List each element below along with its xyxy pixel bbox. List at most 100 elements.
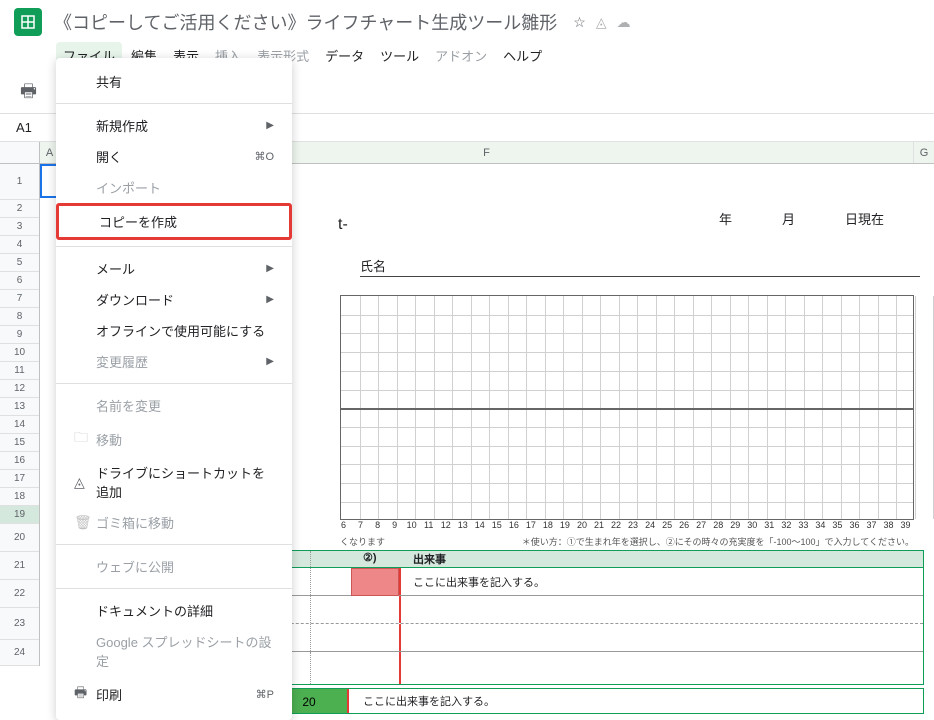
axis-tick-label: 7 [352,520,369,530]
row-header[interactable]: 15 [0,434,39,452]
axis-tick-label: 17 [522,520,539,530]
axis-tick-label: 29 [727,520,744,530]
print-icon: 🖶 [74,682,96,706]
drive-icon: ◬ [74,474,96,491]
row-header[interactable]: 14 [0,416,39,434]
print-icon[interactable]: 🖶 [20,79,37,109]
header-col-suffix: ②) [363,551,377,564]
axis-tick-label: 6 [335,520,352,530]
axis-tick-label: 19 [556,520,573,530]
axis-tick-label: 8 [369,520,386,530]
row-header[interactable]: 7 [0,290,39,308]
row-header[interactable]: 2 [0,200,39,218]
small-note: くなります [340,535,385,548]
menu-addons[interactable]: アドオン [428,42,494,69]
menu-trash: 🗑ゴミ箱に移動 [56,507,292,538]
row-header[interactable]: 13 [0,398,39,416]
star-icon[interactable]: ☆ [573,14,586,31]
menu-move: 🗀移動 [56,421,292,457]
document-title[interactable]: 《コピーしてご活用ください》ライフチャート生成ツール雛形 [54,9,557,35]
menu-tools[interactable]: ツール [373,42,426,69]
row-header[interactable]: 24 [0,640,39,666]
row-header[interactable]: 16 [0,452,39,470]
axis-tick-label: 22 [608,520,625,530]
axis-tick-label: 23 [625,520,642,530]
day-label: 日現在 [845,209,884,228]
month-label: 月 [782,209,795,228]
name-field-label: 氏名 [360,256,920,277]
folder-icon: 🗀 [74,427,96,451]
select-all-corner[interactable] [0,142,40,163]
menu-details[interactable]: ドキュメントの詳細 [56,595,292,626]
menu-make-copy[interactable]: コピーを作成 [56,203,292,240]
menu-settings: Google スプレッドシートの設定 [56,626,292,676]
axis-tick-label: 20 [573,520,590,530]
axis-tick-label: 9 [386,520,403,530]
event-placeholder-text: ここに出来事を記入する。 [413,574,545,590]
row-header[interactable]: 19 [0,506,39,524]
axis-tick-label: 34 [812,520,829,530]
usage-note: ＊使い方：①で生まれ年を選択し、②にその時々の充実度を「-100〜100」で入力… [522,535,914,548]
trash-icon: 🗑 [74,514,96,531]
row-header[interactable]: 18 [0,488,39,506]
row-header[interactable]: 20 [0,524,39,552]
row-header[interactable]: 23 [0,608,39,640]
row-header[interactable]: 6 [0,272,39,290]
row-header[interactable]: 3 [0,218,39,236]
cloud-icon[interactable]: ☁ [617,14,631,31]
axis-tick-label: 16 [505,520,522,530]
menu-email[interactable]: メール▶ [56,253,292,284]
year-label: 年 [719,209,732,228]
menu-import: インポート [56,172,292,203]
row-header[interactable]: 11 [0,362,39,380]
row-header[interactable]: 4 [0,236,39,254]
axis-tick-label: 24 [642,520,659,530]
file-dropdown-menu: 共有 新規作成▶ 開く⌘O インポート コピーを作成 メール▶ ダウンロード▶ … [56,58,292,720]
axis-tick-label: 12 [437,520,454,530]
menu-help[interactable]: ヘルプ [496,42,549,69]
axis-tick-label: 26 [676,520,693,530]
name-box[interactable]: A1 [8,118,48,137]
axis-tick-label: 15 [488,520,505,530]
menu-share[interactable]: 共有 [56,66,292,97]
row-header[interactable]: 21 [0,552,39,580]
menu-download[interactable]: ダウンロード▶ [56,284,292,315]
invalid-value-cell[interactable] [351,568,399,596]
row-header[interactable]: 8 [0,308,39,326]
menu-history: 変更履歴▶ [56,346,292,377]
menu-data[interactable]: データ [318,42,371,69]
row-header[interactable]: 5 [0,254,39,272]
axis-tick-label: 33 [795,520,812,530]
axis-tick-label: 35 [829,520,846,530]
header-event-label: 出来事 [413,551,446,567]
menu-open[interactable]: 開く⌘O [56,141,292,172]
col-header-g[interactable]: G [914,142,934,163]
axis-tick-label: 32 [778,520,795,530]
event-placeholder-text: ここに出来事を記入する。 [363,693,495,709]
chart-title-suffix: t- [338,216,348,234]
axis-tick-label: 27 [693,520,710,530]
row-header[interactable]: 22 [0,580,39,608]
axis-tick-label: 10 [403,520,420,530]
sheets-app-icon[interactable] [14,8,42,36]
axis-tick-label: 14 [471,520,488,530]
menu-add-shortcut[interactable]: ◬ドライブにショートカットを追加 [56,457,292,507]
axis-tick-label: 25 [659,520,676,530]
row-header[interactable]: 17 [0,470,39,488]
row-header[interactable]: 1 [0,164,39,200]
menu-publish: ウェブに公開 [56,551,292,582]
row-header[interactable]: 9 [0,326,39,344]
menu-new[interactable]: 新規作成▶ [56,110,292,141]
axis-tick-label: 28 [710,520,727,530]
row-header[interactable]: 10 [0,344,39,362]
move-folder-icon[interactable]: ◬ [596,14,607,31]
menu-print[interactable]: 🖶印刷⌘P [56,676,292,712]
axis-tick-label: 21 [590,520,607,530]
axis-tick-label: 39 [897,520,914,530]
axis-tick-label: 31 [761,520,778,530]
axis-tick-label: 11 [420,520,437,530]
axis-tick-label: 30 [744,520,761,530]
chart-grid [340,295,914,520]
row-header[interactable]: 12 [0,380,39,398]
menu-offline[interactable]: オフラインで使用可能にする [56,315,292,346]
